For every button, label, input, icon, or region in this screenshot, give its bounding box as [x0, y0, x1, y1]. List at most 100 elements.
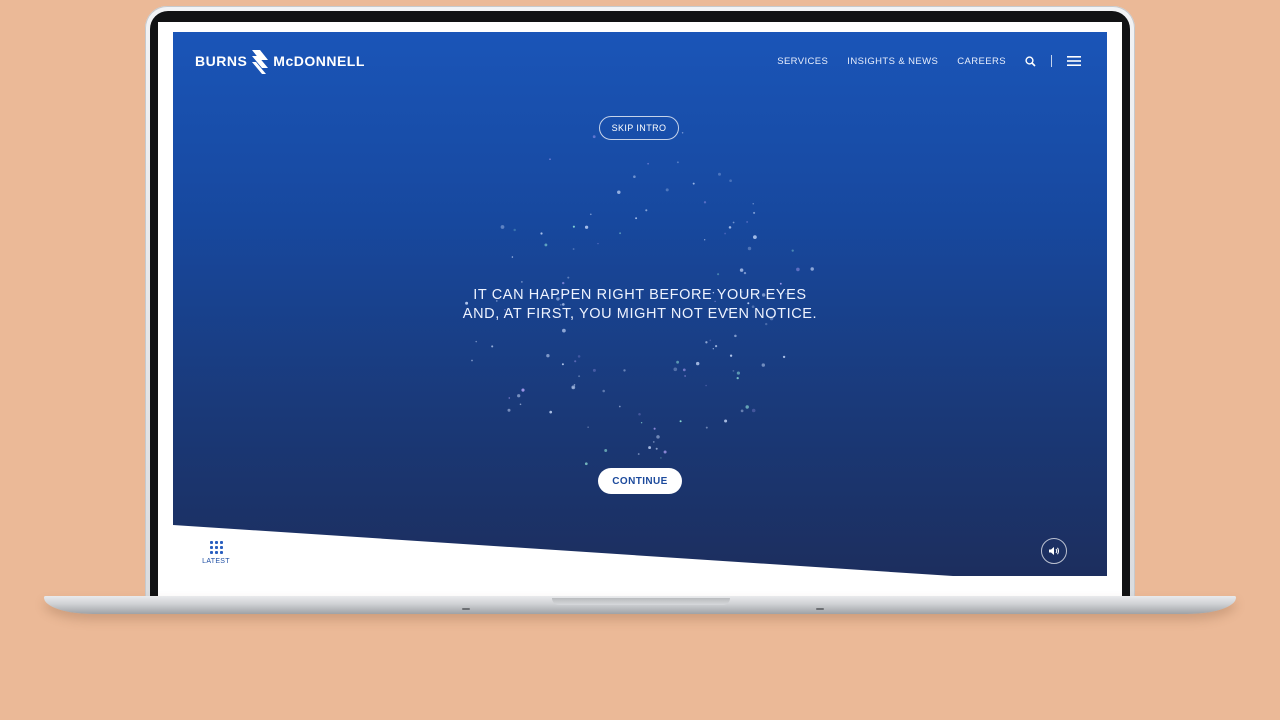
particle-dot: [633, 175, 636, 178]
main-nav: SERVICES INSIGHTS & NEWS CAREERS: [777, 52, 1081, 70]
particle-dot: [519, 403, 522, 406]
brand-logo[interactable]: BURNS McDONNELL: [195, 48, 365, 74]
nav-item-services[interactable]: SERVICES: [777, 56, 828, 67]
particle-dot: [521, 388, 525, 392]
latest-button[interactable]: LATEST: [195, 541, 237, 571]
particle-dot: [513, 228, 516, 232]
headline-line-2: AND, AT FIRST, YOU MIGHT NOT EVEN NOTICE…: [462, 306, 818, 322]
logo-text-left: BURNS: [195, 53, 248, 69]
particle-dot: [753, 235, 757, 239]
particle-dot: [578, 375, 581, 378]
particle-dot: [604, 449, 608, 452]
particle-dot: [571, 385, 576, 390]
particle-dot: [676, 360, 680, 364]
particle-dot: [709, 339, 712, 342]
laptop-notch: [552, 598, 730, 605]
particle-dot: [645, 209, 648, 212]
particle-dot: [743, 271, 747, 275]
particle-dot: [696, 361, 700, 366]
particle-dot: [712, 348, 714, 350]
particle-dot: [724, 232, 727, 235]
particle-dot: [511, 256, 514, 258]
particle-dot: [736, 371, 740, 375]
particle-dot: [648, 446, 652, 450]
particle-dot: [736, 376, 739, 380]
particle-dot: [574, 360, 577, 363]
particle-dot: [597, 242, 599, 245]
website-screen: BURNS McDONNELL SERVICES INSIGHTS & NEWS…: [173, 32, 1107, 576]
particle-dot: [692, 182, 695, 185]
particle-dot: [717, 273, 720, 276]
particle-dot: [655, 447, 658, 450]
laptop-foot-right: [816, 608, 824, 610]
particle-dot: [517, 394, 521, 398]
hamburger-menu-icon[interactable]: [1067, 56, 1081, 66]
particle-dot: [751, 408, 756, 413]
particle-dot: [562, 328, 566, 333]
particle-dot: [665, 188, 669, 192]
particle-dot: [684, 375, 686, 377]
nav-item-insights-news[interactable]: INSIGHTS & NEWS: [847, 56, 938, 67]
particle-dot: [491, 345, 494, 348]
particle-dot: [681, 131, 684, 134]
particle-dot: [753, 211, 756, 214]
particle-dot: [573, 384, 576, 386]
particle-dot: [660, 457, 662, 459]
particle-dot: [782, 355, 786, 359]
particle-dot: [562, 281, 565, 285]
particle-dot: [549, 158, 551, 160]
particle-dot: [549, 410, 553, 414]
particle-dot: [656, 435, 660, 439]
particle-dot: [640, 422, 643, 424]
logo-stripes-icon: [252, 50, 269, 74]
particle-dot: [796, 267, 800, 272]
particle-dot: [647, 162, 649, 165]
skip-intro-button[interactable]: SKIP INTRO: [599, 116, 679, 140]
particle-dot: [746, 221, 748, 223]
particle-dot: [682, 368, 686, 372]
particle-dot: [577, 355, 581, 358]
particle-dot: [584, 462, 588, 466]
particle-dot: [739, 268, 744, 272]
particle-dot: [676, 161, 679, 164]
particle-dot: [705, 426, 708, 429]
particle-dot: [540, 232, 543, 235]
particle-dot: [705, 384, 707, 387]
particle-dot: [704, 239, 706, 241]
particle-dot: [740, 409, 744, 413]
latest-label: LATEST: [202, 558, 230, 565]
particle-dot: [623, 369, 626, 372]
particle-dot: [732, 221, 735, 224]
particle-dot: [703, 201, 707, 204]
particle-dot: [500, 225, 505, 229]
headline-line-1: IT CAN HAPPEN RIGHT BEFORE YOUR EYES: [473, 287, 807, 303]
nav-item-careers[interactable]: CAREERS: [957, 56, 1006, 67]
particle-dot: [729, 179, 732, 183]
particle-dot: [602, 389, 605, 393]
particle-dot: [592, 368, 596, 372]
grid-dots-icon: [209, 541, 223, 554]
particle-dot: [791, 249, 794, 252]
particle-dot: [617, 190, 621, 194]
particle-dot: [561, 363, 564, 366]
particle-dot: [663, 450, 667, 454]
particle-dot: [572, 248, 575, 250]
continue-button[interactable]: CONTINUE: [598, 468, 682, 494]
search-icon[interactable]: [1025, 55, 1036, 67]
particle-dot: [521, 281, 523, 283]
particle-dot: [572, 225, 575, 228]
particle-dot: [589, 213, 592, 216]
particle-dot: [592, 135, 596, 139]
particle-dot: [715, 345, 718, 348]
particle-dot: [638, 412, 641, 416]
particle-dot: [508, 397, 511, 399]
speaker-icon[interactable]: [1041, 538, 1067, 564]
particle-dot: [544, 243, 548, 247]
particle-dot: [584, 225, 589, 229]
particle-dot: [546, 354, 550, 358]
intro-headline: IT CAN HAPPEN RIGHT BEFORE YOUR EYES AND…: [390, 286, 890, 324]
particle-dot: [507, 408, 511, 412]
nav-divider: [1051, 55, 1052, 67]
logo-text-right: McDONNELL: [273, 53, 365, 69]
particle-dot: [652, 441, 655, 443]
